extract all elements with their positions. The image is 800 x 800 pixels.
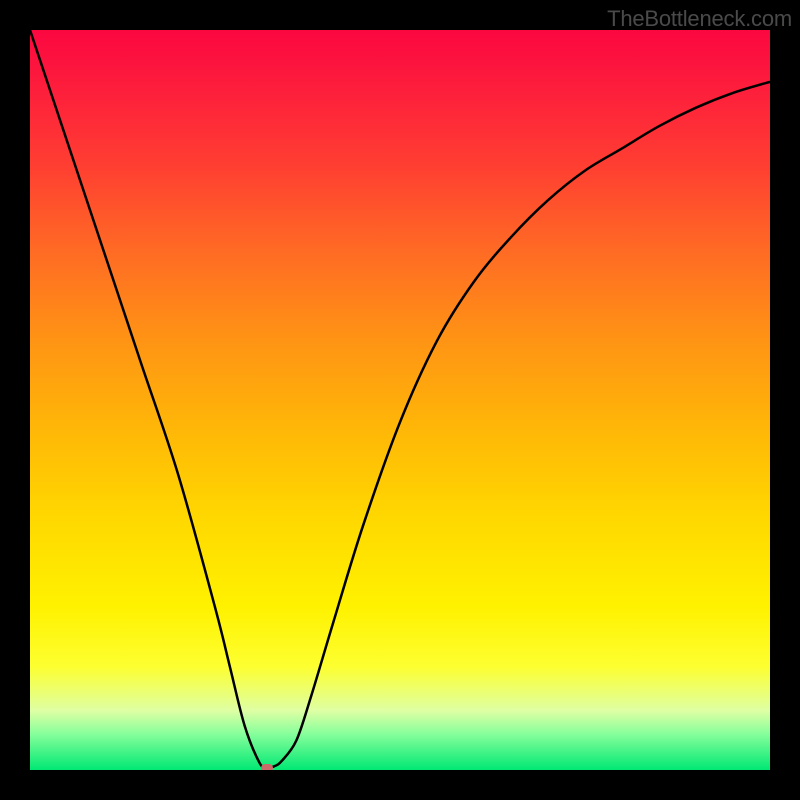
optimal-point-marker — [261, 764, 273, 770]
watermark-text: TheBottleneck.com — [607, 6, 792, 32]
bottleneck-curve — [30, 30, 770, 770]
plot-area — [30, 30, 770, 770]
chart-frame: TheBottleneck.com — [0, 0, 800, 800]
